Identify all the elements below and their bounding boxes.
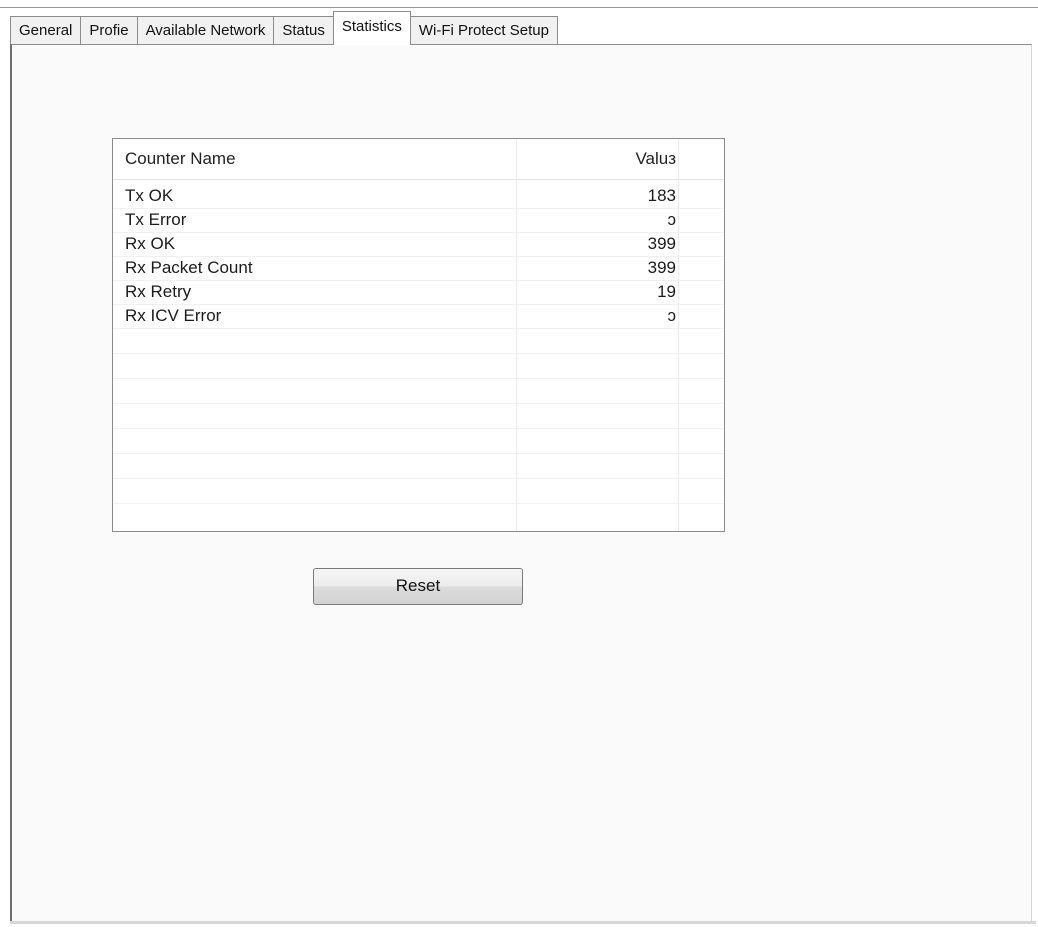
counter-name: Tx OK [125, 186, 174, 205]
empty-list-row [113, 479, 724, 504]
list-header: Counter Name Valuз [113, 139, 724, 180]
counter-name: Rx Retry [125, 282, 192, 301]
list-row[interactable]: Rx Packet Count 399 [113, 257, 724, 281]
list-row[interactable]: Tx Error ɔ [113, 209, 724, 233]
counter-value: 399 [647, 258, 676, 277]
counter-name: Rx ICV Error [125, 306, 222, 325]
list-row[interactable]: Rx ICV Error ɔ [113, 305, 724, 329]
list-row[interactable]: Rx Retry 19 [113, 281, 724, 305]
tab-strip: General Profie Available Network Status … [10, 8, 558, 45]
tab-available-network[interactable]: Available Network [136, 16, 274, 44]
empty-list-row [113, 454, 724, 479]
empty-list-row [113, 404, 724, 429]
panel-bottom-edge [10, 921, 1036, 924]
counter-name: Rx OK [125, 234, 176, 253]
wireless-utility-window: General Profie Available Network Status … [0, 0, 1038, 927]
list-rows: Tx OK 183 Tx Error ɔ Rx OK 399 Rx Packet… [113, 185, 724, 504]
column-header-counter-name[interactable]: Counter Name [125, 149, 236, 169]
tab-status[interactable]: Status [273, 16, 333, 44]
empty-list-row [113, 354, 724, 379]
empty-list-row [113, 329, 724, 354]
counter-value: 399 [647, 234, 676, 253]
counter-name: Rx Packet Count [125, 258, 253, 277]
tab-statistics[interactable]: Statistics [332, 11, 411, 45]
statistics-list[interactable]: Counter Name Valuз Tx OK 183 Tx Error ɔ … [112, 138, 725, 532]
list-row[interactable]: Rx OK 399 [113, 233, 724, 257]
list-row[interactable]: Tx OK 183 [113, 185, 724, 209]
counter-name: Tx Error [125, 210, 187, 229]
counter-value: 19 [657, 282, 676, 301]
tab-general[interactable]: General [10, 16, 81, 44]
counter-value: ɔ [667, 210, 677, 229]
tab-wifi-protect-setup[interactable]: Wi-Fi Protect Setup [409, 16, 558, 44]
reset-button[interactable]: Reset [313, 568, 523, 605]
counter-value: ɔ [667, 306, 677, 325]
empty-list-row [113, 429, 724, 454]
counter-value: 183 [647, 186, 676, 205]
tab-profile[interactable]: Profie [80, 16, 137, 44]
empty-list-row [113, 379, 724, 404]
column-header-value[interactable]: Valuз [635, 149, 676, 169]
